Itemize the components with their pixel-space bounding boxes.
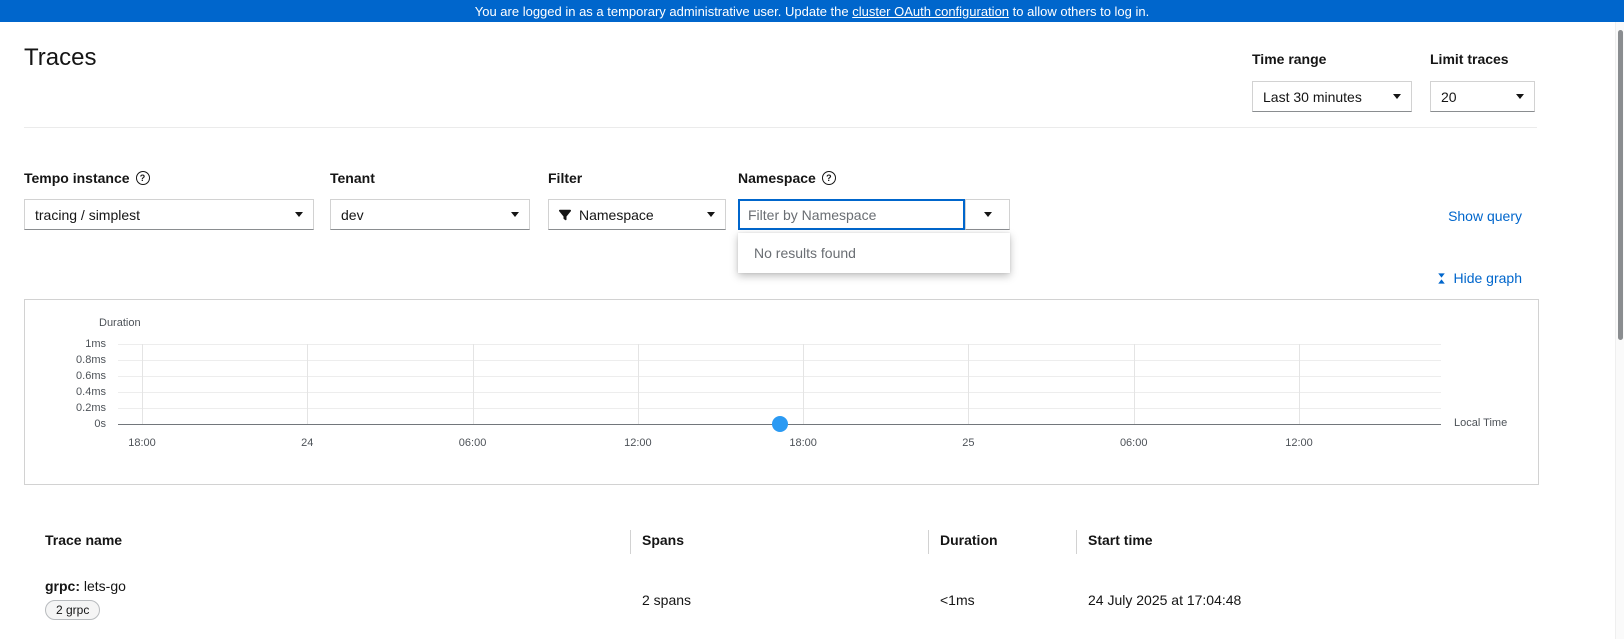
gridline	[637, 344, 639, 424]
x-tick-label: 06:00	[1119, 437, 1148, 449]
trace-name-cell[interactable]: grpc: lets-go	[45, 578, 126, 594]
gridline	[118, 344, 1441, 345]
y-tick-label: 0.4ms	[76, 386, 106, 398]
tenant-value: dev	[341, 206, 364, 223]
gridline	[142, 344, 143, 424]
namespace-label: Namespace ?	[738, 170, 836, 186]
trace-kind-badge: 2 grpc	[45, 600, 101, 620]
trace-point[interactable]	[771, 416, 788, 432]
duration-graph-panel: Duration Local Time 1ms 0.8ms 0.6ms 0.4ms 0.…	[24, 299, 1539, 485]
y-tick-label: 0s	[94, 418, 106, 430]
x-tick-label: 25	[962, 437, 975, 449]
filter-funnel-icon	[559, 209, 571, 221]
header-divider	[24, 127, 1537, 128]
trace-name-rest: lets-go	[80, 578, 126, 594]
no-results-option: No results found	[754, 245, 856, 261]
caret-down-icon	[511, 212, 519, 217]
trace-name-prefix: grpc:	[45, 578, 80, 594]
time-range-select[interactable]: Last 30 minutes	[1252, 81, 1412, 112]
tempo-instance-value: tracing / simplest	[35, 206, 141, 223]
column-header-start-time[interactable]: Start time	[1088, 532, 1153, 548]
y-tick-label: 1ms	[85, 338, 106, 350]
x-tick-label: 18:00	[789, 437, 817, 449]
gridline	[1133, 344, 1135, 424]
gridline	[118, 376, 1441, 377]
tempo-instance-label-text: Tempo instance	[24, 170, 130, 186]
spans-cell: 2 spans	[642, 592, 692, 608]
limit-traces-value: 20	[1441, 88, 1457, 105]
time-range-value: Last 30 minutes	[1263, 88, 1362, 105]
banner-text-after: to allow others to log in.	[1009, 3, 1150, 19]
duration-cell: <1ms	[940, 592, 975, 608]
gridline	[118, 392, 1441, 393]
x-tick-label: 06:00	[458, 437, 487, 449]
limit-traces-label: Limit traces	[1430, 51, 1509, 67]
caret-down-icon	[983, 212, 992, 217]
filter-type-select[interactable]: Namespace	[548, 199, 726, 230]
time-range-label: Time range	[1252, 51, 1327, 67]
namespace-dropdown-menu: No results found	[738, 233, 1010, 273]
start-time-cell: 24 July 2025 at 17:04:48	[1088, 592, 1242, 608]
help-icon[interactable]: ?	[135, 171, 150, 185]
namespace-label-text: Namespace	[738, 170, 816, 186]
x-axis-title: Local Time	[1454, 417, 1508, 429]
help-icon[interactable]: ?	[821, 171, 836, 185]
x-tick-label: 18:00	[128, 437, 156, 449]
page-title: Traces	[24, 44, 97, 71]
caret-down-icon	[1516, 94, 1524, 99]
login-banner: You are logged in as a temporary adminis…	[0, 0, 1624, 22]
column-header-trace-name[interactable]: Trace name	[45, 532, 122, 548]
gridline	[803, 344, 805, 424]
tempo-instance-select[interactable]: tracing / simplest	[24, 199, 314, 230]
x-tick-label: 12:00	[1285, 437, 1313, 449]
filter-type-value: Namespace	[579, 206, 654, 223]
banner-text-before: You are logged in as a temporary adminis…	[474, 3, 853, 19]
tenant-label: Tenant	[330, 170, 375, 186]
column-divider	[1076, 530, 1077, 554]
gridline	[472, 344, 474, 424]
namespace-dropdown-toggle[interactable]	[965, 199, 1010, 230]
y-axis-title: Duration	[99, 317, 141, 329]
limit-traces-select[interactable]: 20	[1430, 81, 1535, 112]
caret-down-icon	[1393, 94, 1401, 99]
column-divider	[630, 530, 631, 554]
tempo-instance-label: Tempo instance ?	[24, 170, 150, 186]
hide-graph-label: Hide graph	[1453, 270, 1523, 286]
column-header-duration[interactable]: Duration	[940, 532, 998, 548]
tenant-select[interactable]: dev	[330, 199, 530, 230]
gridline	[968, 344, 970, 424]
namespace-filter-input[interactable]	[738, 199, 965, 230]
column-header-spans[interactable]: Spans	[642, 532, 684, 548]
gridline	[118, 408, 1441, 409]
caret-down-icon	[295, 212, 303, 217]
gridline	[307, 344, 309, 424]
caret-down-icon	[707, 212, 715, 217]
oauth-config-link[interactable]: cluster OAuth configuration	[852, 4, 1009, 19]
gridline	[1299, 344, 1300, 424]
x-tick-label: 24	[301, 437, 314, 449]
hide-graph-link[interactable]: Hide graph	[1435, 270, 1523, 286]
y-tick-label: 0.2ms	[76, 402, 106, 414]
show-query-link[interactable]: Show query	[1448, 208, 1522, 224]
filter-label: Filter	[548, 170, 583, 186]
gridline	[118, 360, 1441, 361]
compress-icon	[1435, 272, 1448, 285]
x-tick-label: 12:00	[624, 437, 652, 449]
scrollbar-track[interactable]	[1615, 22, 1624, 639]
y-tick-label: 0.8ms	[76, 354, 106, 366]
y-tick-label: 0.6ms	[76, 370, 106, 382]
column-divider	[928, 530, 929, 554]
scrollbar-thumb[interactable]	[1618, 30, 1623, 340]
